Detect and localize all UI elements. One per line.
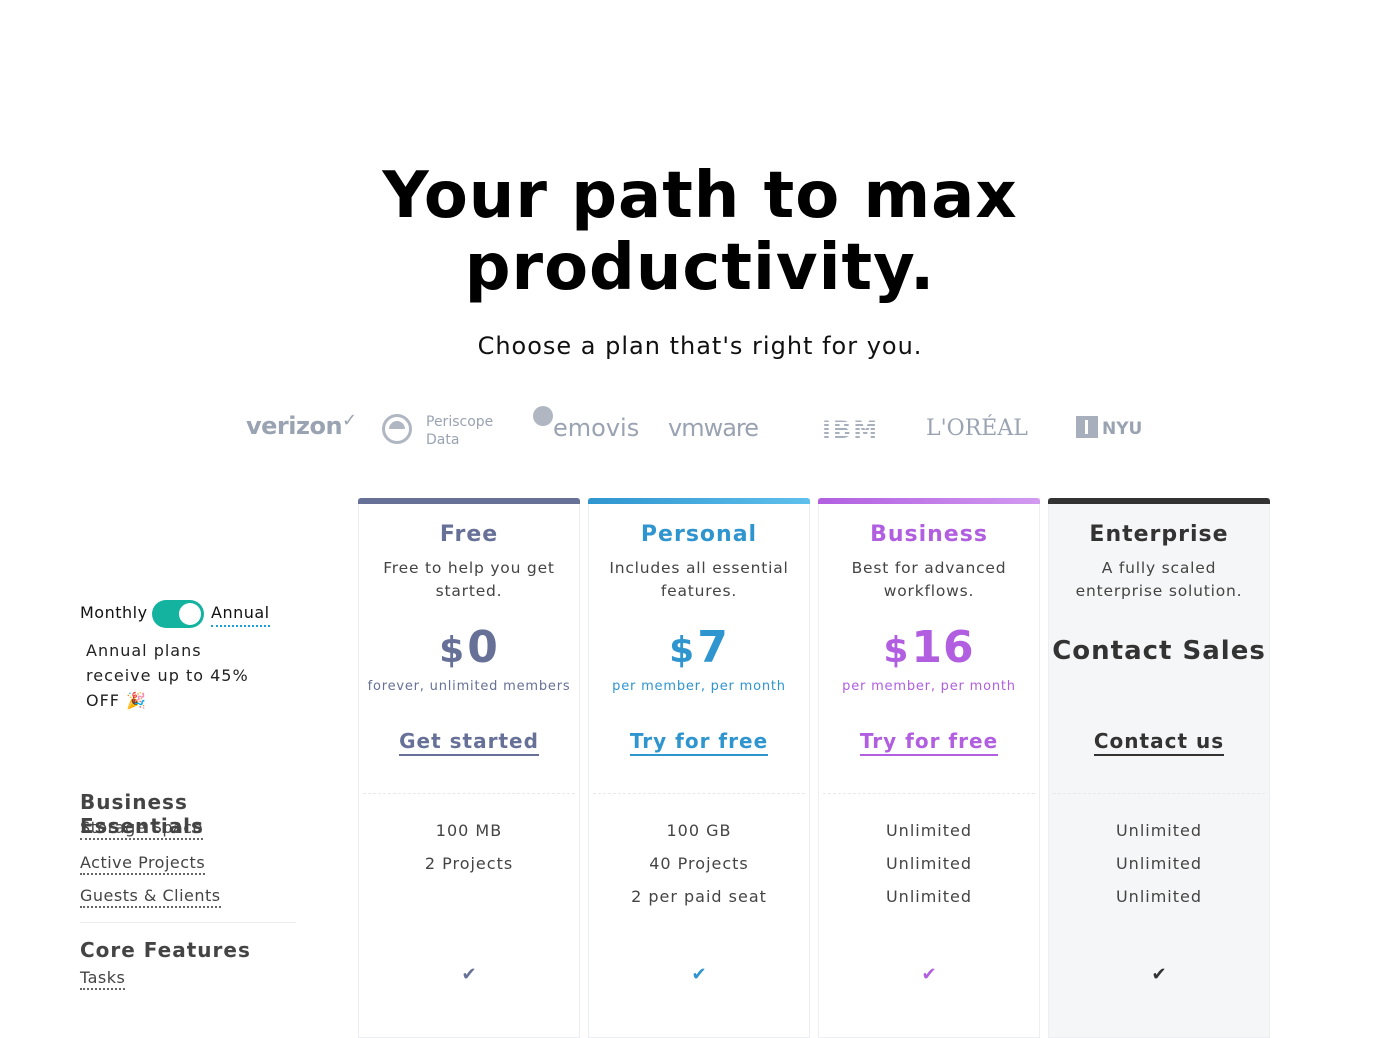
cta-label[interactable]: Get started [399, 729, 539, 756]
currency-symbol: $ [883, 630, 910, 671]
projects-value: 2 Projects [424, 854, 514, 873]
projects-value: 40 Projects [649, 854, 749, 873]
storage-value: 100 MB [435, 821, 503, 840]
cta-label[interactable]: Contact us [1093, 729, 1225, 756]
billing-toggle[interactable] [152, 600, 204, 628]
try-for-free-button[interactable]: Try for free [819, 729, 1039, 756]
feature-active-projects[interactable]: Active Projects [80, 853, 206, 875]
emovis-icon [533, 406, 553, 426]
plan-description: A fully scaled enterprise solution. [1075, 559, 1243, 600]
plan-card-business: Business Best for advanced workflows. $1… [818, 498, 1040, 1038]
plan-name: Free [439, 522, 499, 547]
emovis-logo: emovis [533, 406, 639, 442]
feature-guests-clients[interactable]: Guests & Clients [80, 886, 221, 908]
currency-symbol: $ [439, 630, 466, 671]
plan-price: $16 [819, 622, 1039, 673]
customer-logos: verizon✓ Periscope Data emovis vmware IB… [0, 400, 1400, 460]
price-period: per member, per month [612, 679, 786, 694]
nyu-logo: NYU [1076, 416, 1143, 440]
price-amount: 0 [467, 622, 499, 673]
contact-sales-text: Contact Sales [1052, 636, 1266, 666]
vmware-logo: vmware [668, 414, 759, 442]
price-period: forever, unlimited members [367, 679, 571, 694]
page-subtitle: Choose a plan that's right for you. [477, 332, 923, 360]
storage-value: 100 GB [666, 821, 732, 840]
emovis-logo-text: emovis [553, 414, 640, 442]
annual-label[interactable]: Annual [211, 603, 270, 627]
guests-value: Unlimited [1115, 887, 1203, 906]
plan-card-personal: Personal Includes all essential features… [588, 498, 810, 1038]
guests-value: Unlimited [885, 887, 973, 906]
monthly-label[interactable]: Monthly [80, 603, 148, 622]
plan-divider [1053, 793, 1265, 794]
plan-name: Personal [640, 522, 758, 547]
title-line-1: Your path to max [382, 159, 1018, 233]
toggle-knob [179, 603, 201, 625]
feature-tasks[interactable]: Tasks [80, 968, 126, 990]
guests-value: 2 per paid seat [631, 887, 767, 906]
plan-description: Best for advanced workflows. [851, 559, 1007, 600]
plan-divider [823, 793, 1035, 794]
periscope-logo: Periscope Data [382, 412, 512, 452]
plan-card-enterprise: Enterprise A fully scaled enterprise sol… [1048, 498, 1270, 1038]
page-title: Your path to max productivity. [0, 160, 1400, 304]
cta-label[interactable]: Try for free [629, 729, 769, 756]
nyu-torch-icon [1076, 416, 1098, 438]
plan-card-free: Free Free to help you get started. $0 fo… [358, 498, 580, 1038]
currency-symbol: $ [669, 630, 696, 671]
plan-accent-bar [818, 498, 1040, 504]
plan-accent-bar [588, 498, 810, 504]
plan-description: Free to help you get started. [383, 559, 555, 600]
periscope-logo-text-2: Data [426, 432, 460, 448]
plan-divider [363, 793, 575, 794]
plan-name: Enterprise [1089, 522, 1229, 547]
plan-price: $7 [589, 622, 809, 673]
projects-value: Unlimited [885, 854, 973, 873]
try-for-free-button[interactable]: Try for free [589, 729, 809, 756]
price-amount: 7 [697, 622, 729, 673]
verizon-check-icon: ✓ [342, 410, 357, 431]
check-icon: ✔ [691, 964, 707, 985]
verizon-logo: verizon✓ [246, 410, 357, 440]
section-divider [80, 922, 296, 923]
get-started-button[interactable]: Get started [359, 729, 579, 756]
cta-label[interactable]: Try for free [859, 729, 999, 756]
verizon-logo-text: verizon [246, 412, 343, 440]
periscope-logo-text-1: Periscope [426, 414, 494, 430]
periscope-icon [382, 414, 412, 444]
section-core-features: Core Features [80, 938, 251, 962]
plan-accent-bar [1048, 498, 1270, 504]
storage-value: Unlimited [885, 821, 973, 840]
feature-storage-space[interactable]: Storage Space [80, 818, 203, 840]
contact-us-button[interactable]: Contact us [1049, 729, 1269, 756]
check-icon: ✔ [921, 964, 937, 985]
plan-price: $0 [359, 622, 579, 673]
projects-value: Unlimited [1115, 854, 1203, 873]
check-icon: ✔ [1151, 964, 1167, 985]
annual-promo-text: Annual plans receive up to 45% OFF 🎉 [86, 641, 249, 710]
price-amount: 16 [911, 622, 975, 673]
plan-name: Business [870, 522, 988, 547]
plan-description: Includes all essential features. [609, 559, 789, 600]
title-line-2: productivity. [464, 231, 936, 305]
check-icon: ✔ [461, 964, 477, 985]
plan-accent-bar [358, 498, 580, 504]
nyu-logo-text: NYU [1102, 419, 1143, 439]
price-period: per member, per month [842, 679, 1016, 694]
loreal-logo: L'ORÉAL [926, 416, 1028, 441]
storage-value: Unlimited [1115, 821, 1203, 840]
ibm-logo: IBM [822, 416, 880, 444]
plan-divider [593, 793, 805, 794]
